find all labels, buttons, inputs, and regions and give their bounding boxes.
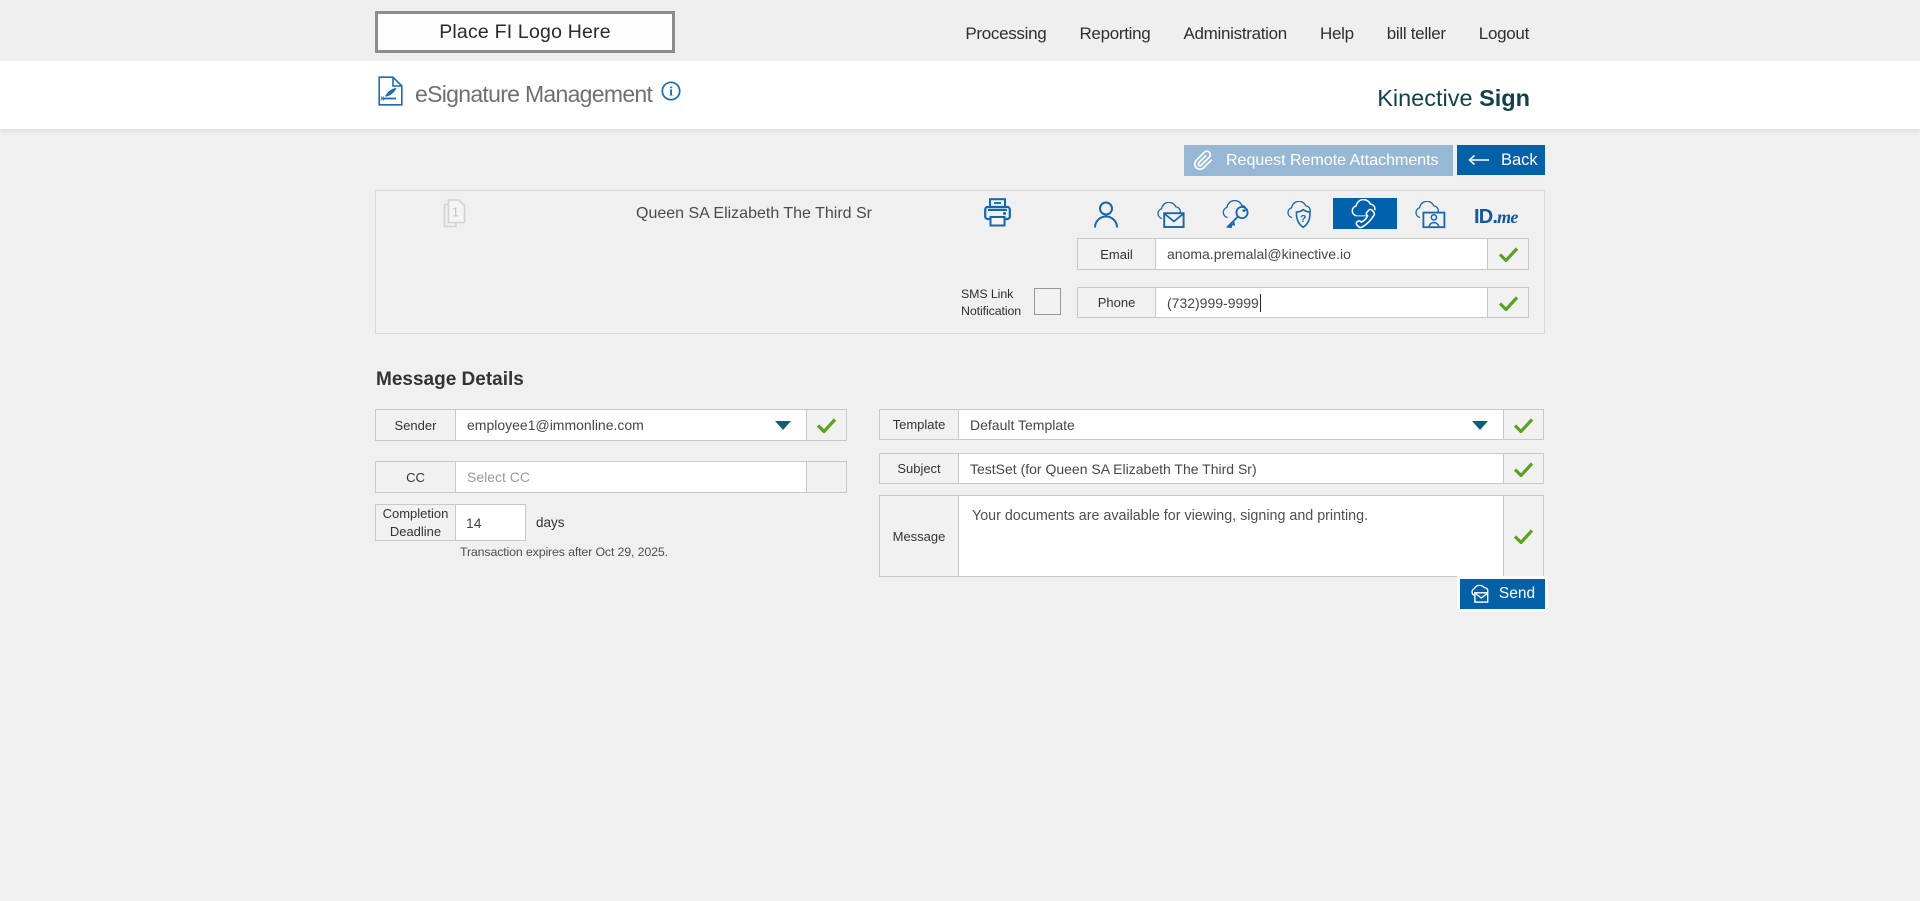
svg-text:x: x bbox=[380, 96, 384, 103]
svg-text:?: ? bbox=[1300, 213, 1306, 225]
svg-text:i: i bbox=[669, 84, 673, 99]
svg-text:1: 1 bbox=[452, 205, 459, 220]
